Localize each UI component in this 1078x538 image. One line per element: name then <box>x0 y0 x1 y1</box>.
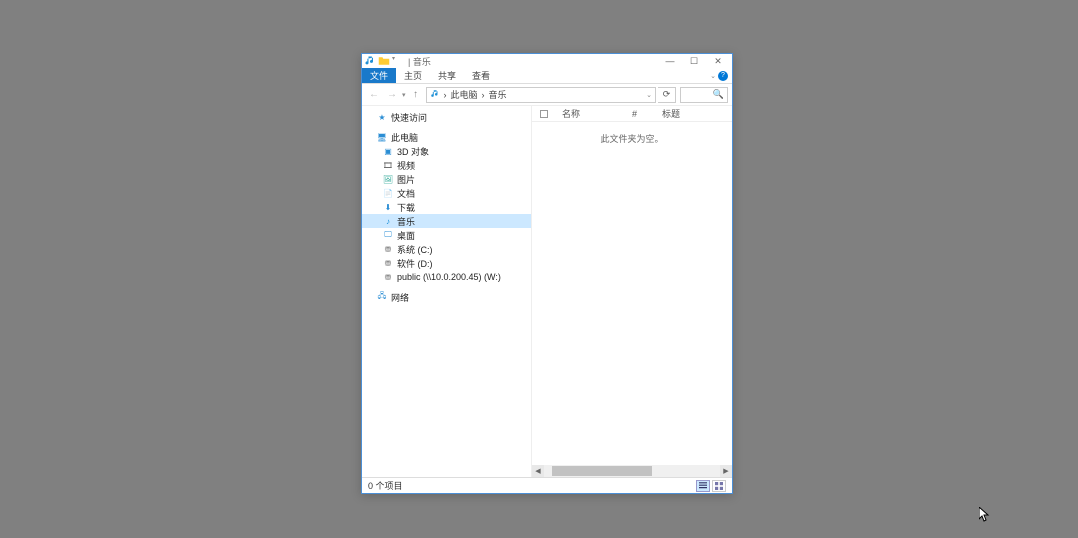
tree-3d-objects[interactable]: ▣ 3D 对象 <box>362 144 531 158</box>
content-pane: 名称 # 标题 此文件夹为空。 ◀ ▶ <box>532 106 732 477</box>
tree-network[interactable]: 🖧 网络 <box>362 290 531 304</box>
breadcrumb-sep: › <box>482 90 485 100</box>
ribbon-tabs: 文件 主页 共享 查看 ⌄ ? <box>362 68 732 84</box>
download-icon: ⬇ <box>382 202 394 212</box>
tree-label: 3D 对象 <box>397 145 429 158</box>
explorer-window: ▾ | 音乐 — ☐ ✕ 文件 主页 共享 查看 ⌄ ? ← → ▾ ↑ › 此… <box>361 53 733 494</box>
tree-software-d[interactable]: ⛃ 软件 (D:) <box>362 256 531 270</box>
document-icon: 📄 <box>382 188 394 198</box>
body: ★ 快速访问 🖥 此电脑 ▣ 3D 对象 🎞 视频 🖼 <box>362 106 732 477</box>
status-bar: 0 个项目 <box>362 477 732 493</box>
window-title: | 音乐 <box>408 55 431 68</box>
qat-dropdown-icon[interactable]: ▾ <box>392 55 404 67</box>
video-icon: 🎞 <box>382 160 394 170</box>
tree-label: 快速访问 <box>391 111 427 124</box>
mouse-cursor-icon <box>979 507 991 523</box>
tree-label: 下载 <box>397 201 415 214</box>
close-button[interactable]: ✕ <box>706 54 730 68</box>
tree-downloads[interactable]: ⬇ 下载 <box>362 200 531 214</box>
breadcrumb-leaf[interactable]: 音乐 <box>489 88 507 101</box>
tree-quick-access[interactable]: ★ 快速访问 <box>362 110 531 124</box>
ribbon-tab-share[interactable]: 共享 <box>430 68 464 83</box>
horizontal-scrollbar[interactable]: ◀ ▶ <box>532 465 732 477</box>
minimize-button[interactable]: — <box>658 54 682 68</box>
details-view-button[interactable] <box>696 480 710 492</box>
navigation-pane[interactable]: ★ 快速访问 🖥 此电脑 ▣ 3D 对象 🎞 视频 🖼 <box>362 106 532 477</box>
tree-label: 软件 (D:) <box>397 257 433 270</box>
music-path-icon <box>430 89 440 101</box>
thumbnails-view-button[interactable] <box>712 480 726 492</box>
tree-system-c[interactable]: ⛃ 系统 (C:) <box>362 242 531 256</box>
desktop-icon: 🖵 <box>382 230 394 240</box>
scroll-left-icon[interactable]: ◀ <box>532 465 544 477</box>
empty-folder-message: 此文件夹为空。 <box>532 122 732 145</box>
star-icon: ★ <box>376 112 388 122</box>
scroll-track[interactable] <box>544 465 720 477</box>
ribbon-tab-view[interactable]: 查看 <box>464 68 498 83</box>
forward-button[interactable]: → <box>384 87 400 103</box>
objects3d-icon: ▣ <box>382 146 394 156</box>
network-drive-icon: ⛃ <box>382 272 394 282</box>
help-icon[interactable]: ? <box>718 71 728 81</box>
search-box[interactable]: 🔍 <box>680 87 728 103</box>
quick-access-toolbar: ▾ <box>364 55 404 67</box>
tree-label: 音乐 <box>397 215 415 228</box>
picture-icon: 🖼 <box>382 174 394 184</box>
tree-music[interactable]: ♪ 音乐 <box>362 214 531 228</box>
search-icon: 🔍 <box>713 89 724 100</box>
ribbon-tab-file[interactable]: 文件 <box>362 68 396 83</box>
address-bar[interactable]: › 此电脑 › 音乐 ⌄ <box>426 87 656 103</box>
pc-icon: 🖥 <box>376 132 388 142</box>
network-icon: 🖧 <box>376 292 388 302</box>
column-title[interactable]: 标题 <box>656 107 732 120</box>
tree-pictures[interactable]: 🖼 图片 <box>362 172 531 186</box>
tree-label: 系统 (C:) <box>397 243 433 256</box>
address-dropdown-icon[interactable]: ⌄ <box>646 91 652 99</box>
maximize-button[interactable]: ☐ <box>682 54 706 68</box>
column-header-row: 名称 # 标题 <box>532 106 732 122</box>
tree-label: 网络 <box>391 291 409 304</box>
breadcrumb-sep: › <box>444 90 447 100</box>
tree-label: 桌面 <box>397 229 415 242</box>
tree-this-pc[interactable]: 🖥 此电脑 <box>362 130 531 144</box>
tree-label: 此电脑 <box>391 131 418 144</box>
back-button[interactable]: ← <box>366 87 382 103</box>
select-all-checkbox[interactable] <box>532 110 556 118</box>
history-dropdown-icon[interactable]: ▾ <box>402 91 406 99</box>
tree-desktop[interactable]: 🖵 桌面 <box>362 228 531 242</box>
scroll-thumb[interactable] <box>552 466 652 476</box>
ribbon-expand-icon[interactable]: ⌄ <box>710 72 716 80</box>
scroll-right-icon[interactable]: ▶ <box>720 465 732 477</box>
music-app-icon <box>364 55 376 67</box>
drive-icon: ⛃ <box>382 258 394 268</box>
music-icon: ♪ <box>382 216 394 226</box>
tree-public-w[interactable]: ⛃ public (\\10.0.200.45) (W:) <box>362 270 531 284</box>
tree-videos[interactable]: 🎞 视频 <box>362 158 531 172</box>
status-item-count: 0 个项目 <box>368 479 403 492</box>
folder-icon[interactable] <box>378 55 390 67</box>
file-list[interactable]: 此文件夹为空。 <box>532 122 732 465</box>
column-name[interactable]: 名称 <box>556 107 626 120</box>
drive-icon: ⛃ <box>382 244 394 254</box>
tree-label: 视频 <box>397 159 415 172</box>
ribbon-tab-home[interactable]: 主页 <box>396 68 430 83</box>
tree-documents[interactable]: 📄 文档 <box>362 186 531 200</box>
column-number[interactable]: # <box>626 109 656 119</box>
up-button[interactable]: ↑ <box>408 87 424 103</box>
breadcrumb-root[interactable]: 此电脑 <box>451 88 478 101</box>
tree-label: 图片 <box>397 173 415 186</box>
refresh-button[interactable]: ⟳ <box>658 87 676 103</box>
tree-label: 文档 <box>397 187 415 200</box>
nav-row: ← → ▾ ↑ › 此电脑 › 音乐 ⌄ ⟳ 🔍 <box>362 84 732 106</box>
title-bar[interactable]: ▾ | 音乐 — ☐ ✕ <box>362 54 732 68</box>
tree-label: public (\\10.0.200.45) (W:) <box>397 272 501 282</box>
